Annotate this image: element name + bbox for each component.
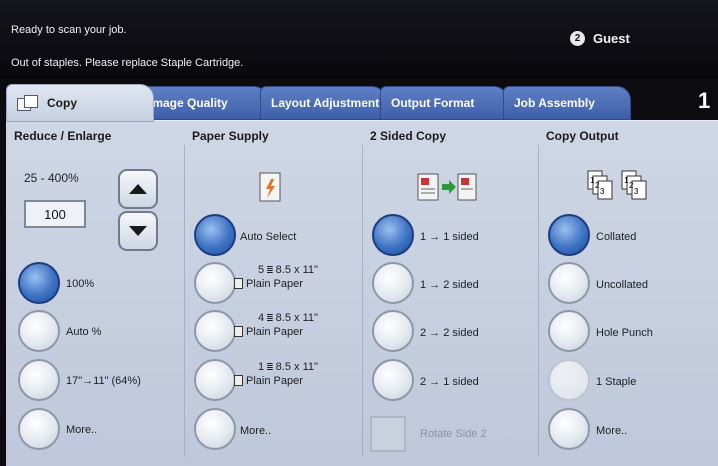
option-1-to-2-sided[interactable] bbox=[372, 262, 414, 304]
option-label: Auto Select bbox=[240, 231, 297, 243]
tray-4-label: 4 ≣ 8.5 x 11" Plain Paper bbox=[234, 311, 318, 339]
rotate-side-2-checkbox[interactable] bbox=[370, 416, 406, 452]
tab-label: Copy bbox=[47, 96, 77, 110]
tab-label: Image Quality bbox=[149, 96, 228, 110]
option-tray-1[interactable] bbox=[194, 359, 236, 401]
rotate-side-2-label: Rotate Side 2 bbox=[420, 428, 487, 440]
option-auto-percent[interactable] bbox=[18, 310, 60, 352]
scale-value-field[interactable]: 100 bbox=[24, 200, 86, 228]
reduce-enlarge-section: Reduce / Enlarge 25 - 400% 100 100% Auto… bbox=[6, 121, 184, 461]
option-auto-select[interactable] bbox=[194, 214, 236, 256]
user-icon: 2 bbox=[570, 31, 585, 46]
paper-icon bbox=[234, 278, 243, 289]
option-label: 100% bbox=[66, 278, 95, 290]
option-label: More.. bbox=[240, 425, 272, 437]
option-1-staple[interactable] bbox=[548, 359, 590, 401]
paper-icon bbox=[234, 375, 243, 386]
option-label: More.. bbox=[66, 424, 98, 436]
paper-type: Plain Paper bbox=[246, 326, 303, 338]
svg-text:3: 3 bbox=[600, 187, 605, 196]
tray-5-label: 5 ≣ 8.5 x 11" Plain Paper bbox=[234, 263, 318, 291]
option-label: 1 → 1 sided bbox=[420, 231, 479, 243]
option-paper-more[interactable] bbox=[194, 408, 236, 450]
option-collated[interactable] bbox=[548, 214, 590, 256]
tray-1-label: 1 ≣ 8.5 x 11" Plain Paper bbox=[234, 360, 318, 388]
option-label: 2 → 1 sided bbox=[420, 376, 479, 388]
paper-size: 8.5 x 11" bbox=[275, 312, 318, 324]
tab-output-format[interactable]: Output Format bbox=[380, 86, 508, 120]
status-message: Ready to scan your job. bbox=[11, 24, 127, 36]
option-label: 2 → 2 sided bbox=[420, 327, 479, 339]
tab-page-number: 1 bbox=[698, 88, 711, 113]
option-2-to-1-sided[interactable] bbox=[372, 359, 414, 401]
alert-message: Out of staples. Please replace Staple Ca… bbox=[11, 57, 244, 69]
tab-layout-adjustment[interactable]: Layout Adjustment bbox=[260, 86, 386, 120]
user-login-button[interactable]: 2 Guest bbox=[570, 31, 630, 46]
section-heading: Paper Supply bbox=[192, 129, 269, 143]
option-label: More.. bbox=[596, 425, 628, 437]
option-more[interactable] bbox=[18, 408, 60, 450]
option-2-to-2-sided[interactable] bbox=[372, 310, 414, 352]
option-label: Auto % bbox=[66, 326, 102, 338]
option-label: 1 → 2 sided bbox=[420, 279, 479, 291]
tab-copy[interactable]: Copy bbox=[6, 84, 154, 122]
option-uncollated[interactable] bbox=[548, 262, 590, 304]
paper-type: Plain Paper bbox=[246, 278, 303, 290]
option-tray-5[interactable] bbox=[194, 262, 236, 304]
svg-text:3: 3 bbox=[634, 187, 639, 196]
option-17-to-11[interactable] bbox=[18, 359, 60, 401]
option-output-more[interactable] bbox=[548, 408, 590, 450]
paper-size: 8.5 x 11" bbox=[275, 361, 318, 373]
tab-label: Job Assembly bbox=[514, 96, 595, 110]
section-heading: 2 Sided Copy bbox=[370, 129, 447, 143]
tray-number: 5 bbox=[258, 264, 265, 276]
copy-icon bbox=[17, 95, 39, 111]
tab-job-assembly[interactable]: Job Assembly bbox=[503, 86, 631, 120]
collate-icon: 1 2 3 1 2 3 bbox=[587, 170, 647, 200]
tab-label: Layout Adjustment bbox=[271, 96, 380, 110]
down-arrow-icon bbox=[129, 226, 147, 236]
tab-label: Output Format bbox=[391, 96, 475, 110]
option-label: Collated bbox=[596, 231, 637, 243]
section-heading: Reduce / Enlarge bbox=[14, 129, 112, 143]
option-label: 1 Staple bbox=[596, 376, 637, 388]
option-tray-4[interactable] bbox=[194, 310, 236, 352]
option-label: Hole Punch bbox=[596, 327, 653, 339]
option-label: Uncollated bbox=[596, 279, 648, 291]
tray-stack-icon: ≣ bbox=[266, 265, 274, 275]
tray-stack-icon: ≣ bbox=[266, 313, 274, 323]
option-label: 17"→11" (64%) bbox=[66, 375, 141, 387]
copy-panel: Reduce / Enlarge 25 - 400% 100 100% Auto… bbox=[6, 120, 718, 466]
user-label: Guest bbox=[593, 31, 630, 46]
duplex-icon bbox=[417, 173, 477, 201]
tab-image-quality[interactable]: Image Quality bbox=[138, 86, 268, 120]
tab-bar: Copy Image Quality Layout Adjustment Out… bbox=[0, 84, 718, 122]
two-sided-section: 2 Sided Copy 1 → 1 sided 1 → 2 sided 2 →… bbox=[362, 121, 538, 461]
option-100-percent[interactable] bbox=[18, 262, 60, 304]
option-1-to-1-sided[interactable] bbox=[372, 214, 414, 256]
increase-button[interactable] bbox=[118, 169, 158, 209]
status-bar: Ready to scan your job. Out of staples. … bbox=[0, 0, 718, 78]
tray-number: 1 bbox=[258, 361, 265, 373]
paper-tray-icon bbox=[259, 172, 281, 202]
tray-stack-icon: ≣ bbox=[266, 362, 274, 372]
decrease-button[interactable] bbox=[118, 211, 158, 251]
paper-type: Plain Paper bbox=[246, 375, 303, 387]
option-hole-punch[interactable] bbox=[548, 310, 590, 352]
paper-icon bbox=[234, 326, 243, 337]
copy-output-section: Copy Output 1 2 3 1 2 3 Collated Uncolla… bbox=[538, 121, 716, 461]
paper-supply-section: Paper Supply Auto Select 5 ≣ 8.5 x 11" Pla… bbox=[184, 121, 362, 461]
range-label: 25 - 400% bbox=[24, 171, 79, 185]
paper-size: 8.5 x 11" bbox=[275, 264, 318, 276]
tray-number: 4 bbox=[258, 312, 265, 324]
up-arrow-icon bbox=[129, 184, 147, 194]
section-heading: Copy Output bbox=[546, 129, 619, 143]
